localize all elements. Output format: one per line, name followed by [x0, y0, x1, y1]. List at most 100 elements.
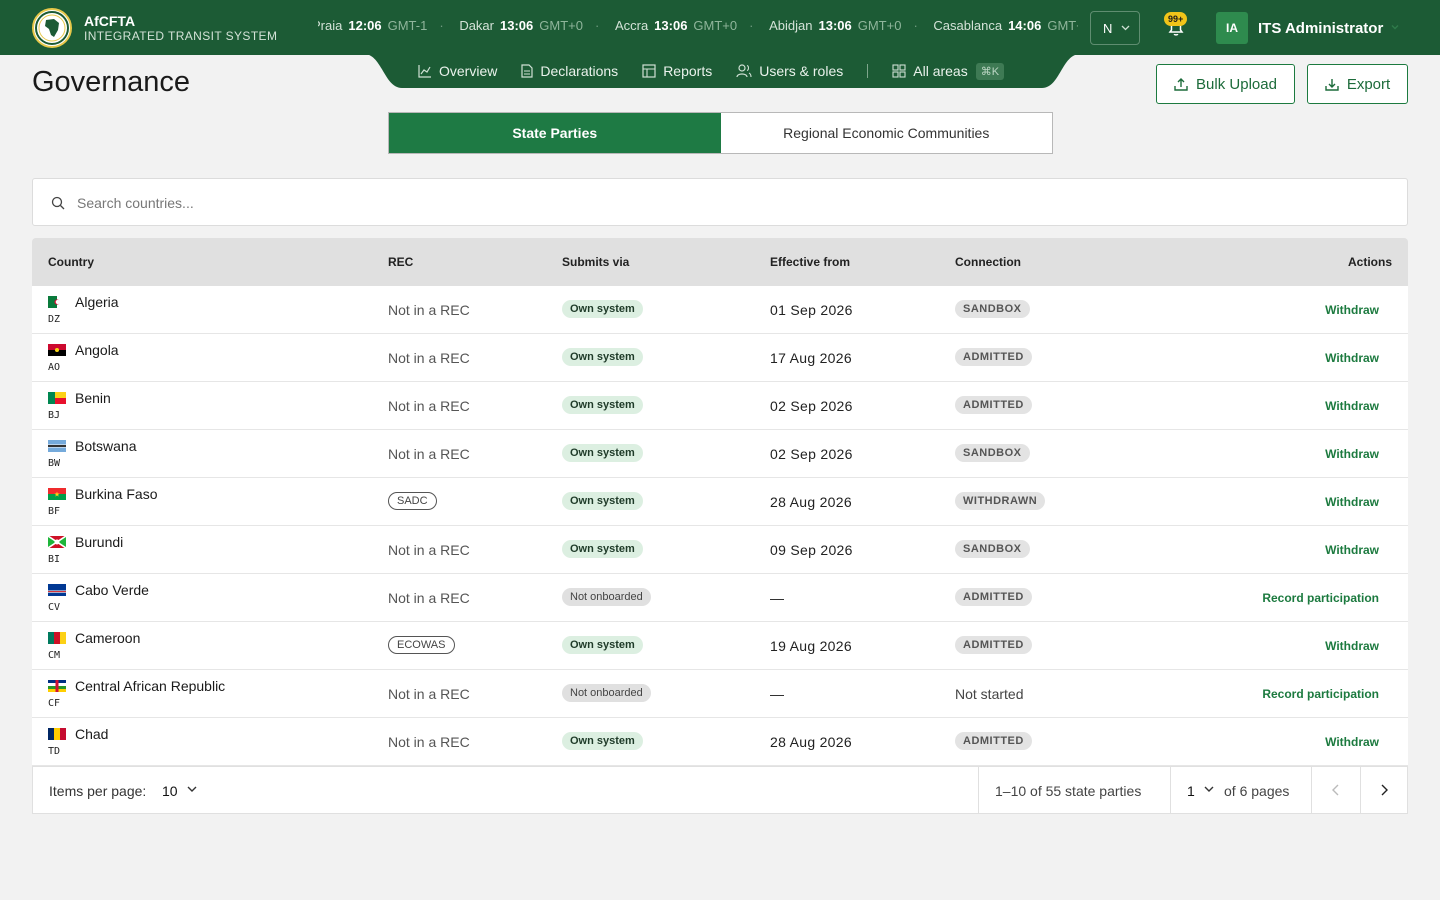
chevron-down-icon[interactable] — [1204, 785, 1214, 793]
withdraw-link[interactable]: Withdraw — [1325, 495, 1379, 509]
governance-tabs: State Parties Regional Economic Communit… — [388, 112, 1053, 154]
divider — [978, 767, 979, 813]
flag-icon — [48, 440, 66, 452]
effective-date: 02 Sep 2026 — [770, 398, 853, 414]
page-select[interactable]: 1 — [1187, 783, 1195, 799]
prev-page-button[interactable] — [1312, 767, 1360, 813]
submits-via-badge: Not onboarded — [562, 684, 651, 702]
nav-overview[interactable]: Overview — [418, 63, 497, 79]
country-name: Cabo Verde — [75, 582, 149, 598]
table-row: Botswana BW Not in a REC Own system 02 Sep 2… — [32, 430, 1408, 478]
submits-via-badge: Own system — [562, 492, 643, 510]
country-code: TD — [48, 746, 61, 757]
flag-icon — [48, 536, 66, 548]
afcfta-logo[interactable] — [32, 8, 72, 48]
table-row: Chad TD Not in a REC Own system 28 Aug 2026 A… — [32, 718, 1408, 766]
submits-via-badge: Not onboarded — [562, 588, 651, 606]
clock-abidjan: Abidjan 13:06 GMT+0 · — [769, 18, 918, 33]
col-effective-from[interactable]: Effective from — [770, 255, 850, 269]
withdraw-link[interactable]: Withdraw — [1325, 351, 1379, 365]
table-icon — [642, 64, 656, 78]
submits-via-badge: Own system — [562, 348, 643, 366]
withdraw-link[interactable]: Withdraw — [1325, 399, 1379, 413]
withdraw-link[interactable]: Withdraw — [1325, 543, 1379, 557]
total-pages: of 6 pages — [1224, 783, 1290, 799]
record-participation-link[interactable]: Record participation — [1262, 687, 1379, 701]
nav-reports[interactable]: Reports — [642, 63, 712, 79]
tab-state-parties[interactable]: State Parties — [389, 113, 721, 153]
rec-badge: SADC — [388, 492, 437, 510]
country-name: Cameroon — [75, 630, 141, 646]
record-participation-link[interactable]: Record participation — [1262, 591, 1379, 605]
withdraw-link[interactable]: Withdraw — [1325, 303, 1379, 317]
items-per-page-select[interactable]: 10 — [162, 783, 178, 799]
state-parties-table: Country REC Submits via Effective from C… — [32, 238, 1408, 766]
rec-value: Not in a REC — [388, 542, 470, 558]
upload-icon — [1174, 78, 1188, 91]
nav-declarations[interactable]: Declarations — [521, 63, 618, 79]
col-submits-via[interactable]: Submits via — [562, 255, 629, 269]
shortcut-badge: ⌘K — [975, 62, 1005, 80]
nav-users-roles[interactable]: Users & roles — [736, 63, 843, 79]
clock-praia: Praia12:06GMT-1· — [318, 18, 444, 33]
connection-badge: WITHDRAWN — [955, 492, 1046, 510]
effective-date: 02 Sep 2026 — [770, 446, 853, 462]
chart-line-icon — [418, 65, 431, 78]
flag-icon — [48, 728, 66, 740]
connection-badge: SANDBOX — [955, 540, 1030, 558]
connection-badge: ADMITTED — [955, 636, 1032, 654]
table-header: Country REC Submits via Effective from C… — [32, 238, 1408, 286]
flag-icon — [48, 296, 66, 308]
country-code: AO — [48, 362, 61, 373]
nav-all-areas[interactable]: All areas ⌘K — [892, 62, 1005, 80]
flag-icon — [48, 488, 66, 500]
chevron-down-icon[interactable] — [1390, 22, 1400, 32]
submits-via-badge: Own system — [562, 540, 643, 558]
table-row: Cabo Verde CV Not in a REC Not onboarded — AD… — [32, 574, 1408, 622]
grid-icon — [892, 64, 906, 78]
tab-regional-economic-communities[interactable]: Regional Economic Communities — [721, 113, 1053, 153]
table-row: Burundi BI Not in a REC Own system 09 Sep 20… — [32, 526, 1408, 574]
chevron-down-icon[interactable] — [187, 785, 197, 793]
flag-icon — [48, 392, 66, 404]
effective-date: 28 Aug 2026 — [770, 494, 852, 510]
submits-via-badge: Own system — [562, 444, 643, 462]
country-name: Chad — [75, 726, 109, 742]
country-code: BJ — [48, 410, 61, 421]
page-range: 1–10 of 55 state parties — [995, 783, 1142, 799]
export-button[interactable]: Export — [1307, 64, 1408, 104]
withdraw-link[interactable]: Withdraw — [1325, 639, 1379, 653]
country-name: Burkina Faso — [75, 486, 158, 502]
col-rec[interactable]: REC — [388, 255, 413, 269]
rec-value: Not in a REC — [388, 590, 470, 606]
world-clocks: Praia12:06GMT-1· Dakar13:06GMT+0· Accra1… — [318, 18, 1078, 38]
country-code: CF — [48, 698, 61, 709]
language-select[interactable]: N — [1090, 11, 1140, 45]
brand-subtitle: INTEGRATED TRANSIT SYSTEM — [84, 29, 278, 43]
avatar[interactable]: IA — [1216, 12, 1248, 44]
rec-value: Not in a REC — [388, 734, 470, 750]
search-icon — [51, 196, 65, 210]
flag-icon — [48, 680, 66, 692]
rec-value: Not in a REC — [388, 398, 470, 414]
bulk-upload-button[interactable]: Bulk Upload — [1156, 64, 1295, 104]
rec-badge: ECOWAS — [388, 636, 455, 654]
table-row: Burkina Faso BF SADC Own system 28 Aug 2026 W… — [32, 478, 1408, 526]
notification-badge: 99+ — [1164, 12, 1188, 26]
withdraw-link[interactable]: Withdraw — [1325, 447, 1379, 461]
user-name[interactable]: ITS Administrator — [1258, 20, 1383, 37]
next-page-button[interactable] — [1360, 767, 1408, 813]
chevron-down-icon — [1121, 25, 1130, 31]
search-input[interactable] — [77, 191, 1377, 215]
withdraw-link[interactable]: Withdraw — [1325, 735, 1379, 749]
effective-date: 01 Sep 2026 — [770, 302, 853, 318]
country-code: BF — [48, 506, 61, 517]
chevron-right-icon — [1381, 784, 1388, 796]
submits-via-badge: Own system — [562, 396, 643, 414]
col-country[interactable]: Country — [48, 255, 94, 269]
submits-via-badge: Own system — [562, 732, 643, 750]
clock-dakar: Dakar 13:06 GMT+0 · — [459, 18, 600, 33]
col-connection[interactable]: Connection — [955, 255, 1021, 269]
page-title: Governance — [32, 66, 190, 98]
document-icon — [521, 64, 533, 78]
